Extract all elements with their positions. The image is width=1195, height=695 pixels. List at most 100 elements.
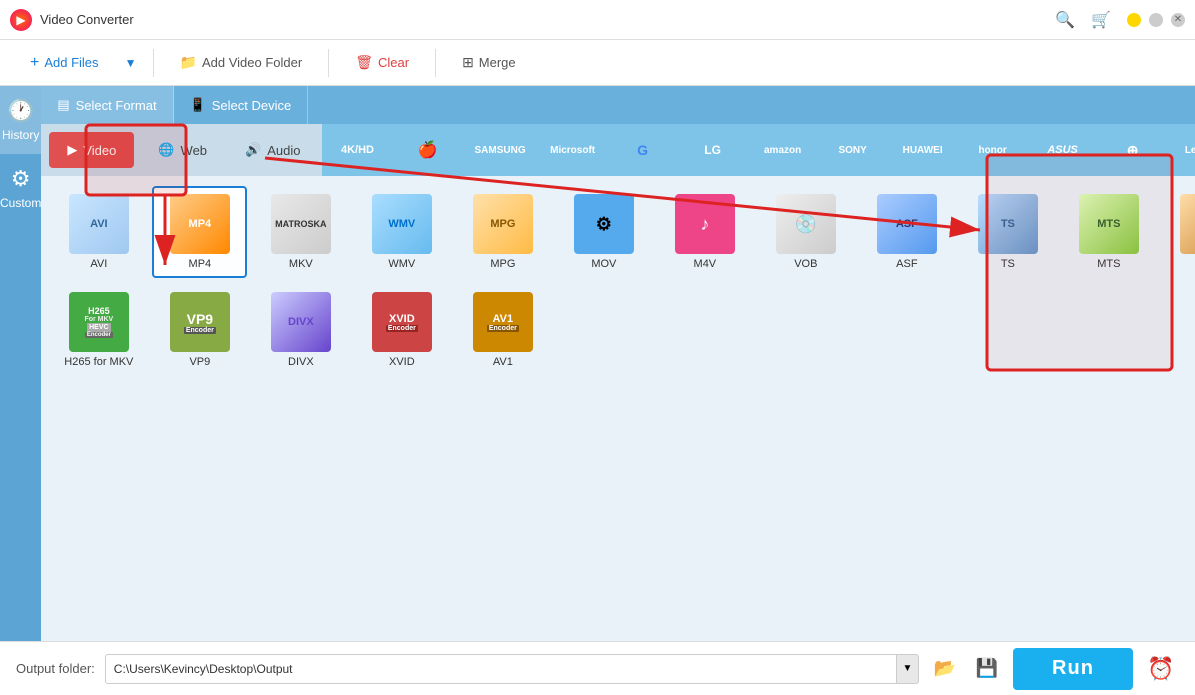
bottom-bar: Output folder: ▼ 📂 💾 Run ⏰ (0, 641, 1195, 695)
format-type-buttons: ▶ Video 🌐 Web 🔊 Audio (41, 124, 322, 176)
format-item-mp4[interactable]: MP4 MP4 (152, 186, 247, 278)
vob-label: VOB (794, 258, 817, 270)
toolbar-separator-1 (153, 49, 154, 77)
h265mkv-label: H265 for MKV (64, 356, 133, 368)
format-item-ts[interactable]: TS TS (960, 186, 1055, 278)
window-controls: ✕ (1127, 13, 1185, 27)
path-dropdown-button[interactable]: ▼ (897, 654, 919, 684)
mp4-icon: MP4 (170, 194, 230, 254)
mov-label: MOV (591, 258, 616, 270)
brand-amazon[interactable]: amazon (748, 128, 818, 172)
brand-lenovo[interactable]: Lenovo (1168, 128, 1195, 172)
maximize-button[interactable] (1149, 13, 1163, 27)
format-area: ▤ Select Format 📱 Select Device ▶ Video … (41, 86, 1195, 641)
brand-microsoft[interactable]: Microsoft (538, 128, 608, 172)
add-files-label: Add Files (44, 55, 98, 70)
alarm-button[interactable]: ⏰ (1143, 651, 1179, 687)
brand-asus[interactable]: ASUS (1028, 128, 1098, 172)
title-bar-icons: 🔍 🛒 (1055, 10, 1111, 30)
ts-icon: TS (978, 194, 1038, 254)
run-label: Run (1052, 657, 1094, 679)
sidebar-item-history[interactable]: 🕐 History (0, 86, 41, 154)
avi-icon: AVI (69, 194, 129, 254)
format-item-mts[interactable]: MTS MTS (1061, 186, 1156, 278)
av1-label: AV1 (493, 356, 513, 368)
browse-folder-button[interactable]: 📂 (929, 653, 961, 685)
folder-icon: 📁 (180, 54, 197, 71)
wmv-label: WMV (388, 258, 415, 270)
wmv-icon: WMV (372, 194, 432, 254)
format-item-xvid[interactable]: XVID Encoder XVID (354, 284, 449, 376)
format-item-m4v[interactable]: ♪ M4V (657, 186, 752, 278)
av1-icon: AV1 Encoder (473, 292, 533, 352)
search-icon[interactable]: 🔍 (1055, 10, 1075, 30)
minimize-button[interactable] (1127, 13, 1141, 27)
format-item-mkv[interactable]: MATROSKA MKV (253, 186, 348, 278)
sidebar-item-custom[interactable]: ⚙ Custom (0, 154, 41, 222)
run-button[interactable]: Run (1013, 648, 1133, 690)
save-icon: 💾 (976, 658, 998, 679)
brand-4khd[interactable]: 4K/HD (322, 128, 392, 172)
clear-icon: 🗑 (355, 54, 373, 71)
vp9-icon: VP9 Encoder (170, 292, 230, 352)
output-path-input[interactable] (105, 654, 897, 684)
format-item-wmv[interactable]: WMV WMV (354, 186, 449, 278)
custom-icon: ⚙ (11, 166, 31, 192)
format-item-h265mkv[interactable]: H265 For MKV HEVC Encoder H265 for MKV (51, 284, 146, 376)
brand-apple[interactable]: 🍎 (392, 128, 462, 172)
format-item-avi[interactable]: AVI AVI (51, 186, 146, 278)
add-files-button[interactable]: + Add Files (16, 48, 113, 78)
brand-motorola[interactable]: ⊕ (1098, 128, 1168, 172)
format-item-mpg[interactable]: MPG MPG (455, 186, 550, 278)
brand-lg[interactable]: LG (678, 128, 748, 172)
brand-honor[interactable]: honor (958, 128, 1028, 172)
format-item-mov[interactable]: ⚙ MOV (556, 186, 651, 278)
cart-icon[interactable]: 🛒 (1091, 10, 1111, 30)
format-item-divx[interactable]: DIVX DIVX (253, 284, 348, 376)
avi-label: AVI (90, 258, 107, 270)
brand-google[interactable]: G (608, 128, 678, 172)
tab-select-format[interactable]: ▤ Select Format (41, 86, 173, 124)
format-item-vp9[interactable]: VP9 Encoder VP9 (152, 284, 247, 376)
type-button-audio[interactable]: 🔊 Audio (227, 128, 318, 172)
m2ts-icon: M2TS (1180, 194, 1195, 254)
merge-button[interactable]: ⊞ Merge (448, 48, 530, 77)
format-item-av1[interactable]: AV1 Encoder AV1 (455, 284, 550, 376)
merge-label: Merge (479, 55, 516, 70)
brand-samsung[interactable]: SAMSUNG (462, 128, 537, 172)
sidebar: 🕐 History ⚙ Custom (0, 86, 41, 641)
format-item-vob[interactable]: 💿 VOB (758, 186, 853, 278)
sidebar-history-label: History (2, 128, 39, 142)
tab-select-device[interactable]: 📱 Select Device (174, 86, 309, 124)
main-layout: 🕐 History ⚙ Custom ▤ Select Format 📱 Sel… (0, 86, 1195, 641)
output-folder-label: Output folder: (16, 661, 95, 676)
web-label: Web (181, 143, 208, 158)
brand-bar: 4K/HD 🍎 SAMSUNG Microsoft G LG amazon SO… (322, 124, 1195, 176)
add-folder-button[interactable]: 📁 Add Video Folder (166, 48, 317, 77)
add-files-dropdown-button[interactable]: ▼ (121, 49, 141, 77)
format-item-asf[interactable]: ASF ASF (859, 186, 954, 278)
format-item-m2ts[interactable]: M2TS M2TS (1162, 186, 1195, 278)
brand-huawei[interactable]: HUAWEI (888, 128, 958, 172)
format-tab-icon: ▤ (57, 97, 69, 113)
audio-icon: 🔊 (245, 142, 261, 158)
format-tabs: ▤ Select Format 📱 Select Device (41, 86, 1195, 124)
clear-button[interactable]: 🗑 Clear (341, 48, 423, 77)
save-path-button[interactable]: 💾 (971, 653, 1003, 685)
divx-label: DIVX (288, 356, 314, 368)
type-button-video[interactable]: ▶ Video (49, 132, 134, 168)
m4v-label: M4V (694, 258, 717, 270)
select-format-label: Select Format (76, 98, 157, 113)
brand-sony[interactable]: SONY (818, 128, 888, 172)
folder-open-icon: 📂 (934, 658, 956, 679)
close-button[interactable]: ✕ (1171, 13, 1185, 27)
video-icon: ▶ (67, 142, 77, 158)
app-icon: ▶ (10, 9, 32, 31)
toolbar-separator-3 (435, 49, 436, 77)
sidebar-custom-label: Custom (0, 196, 41, 210)
mpg-icon: MPG (473, 194, 533, 254)
web-icon: 🌐 (158, 142, 174, 158)
add-folder-label: Add Video Folder (202, 55, 302, 70)
h265mkv-icon: H265 For MKV HEVC Encoder (69, 292, 129, 352)
type-button-web[interactable]: 🌐 Web (140, 128, 225, 172)
